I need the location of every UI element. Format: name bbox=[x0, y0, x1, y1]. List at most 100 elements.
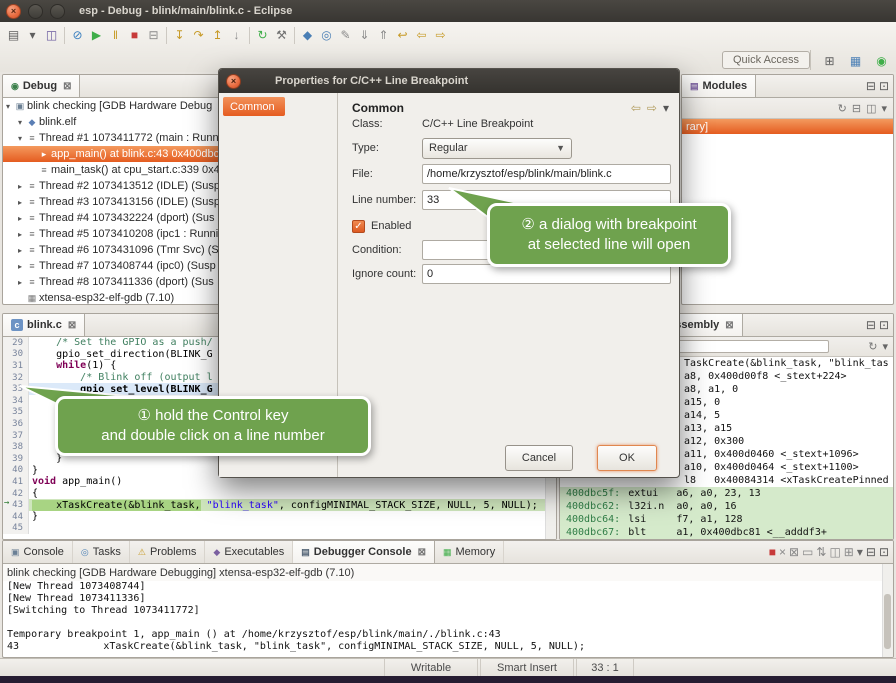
minimize-icon[interactable]: ⊟ bbox=[866, 79, 876, 93]
window-maximize-button[interactable] bbox=[50, 4, 65, 19]
save-icon[interactable]: ◫ bbox=[42, 26, 61, 45]
debug-tree-row[interactable]: ▸≡Thread #6 1073431096 (Tmr Svc) (S bbox=[3, 242, 228, 258]
debug-perspective-icon[interactable]: ◉ bbox=[872, 51, 891, 70]
line-number-37[interactable]: 37 bbox=[3, 430, 29, 442]
refresh-icon[interactable]: ↻ bbox=[868, 340, 877, 353]
debug-tree-row[interactable]: ▸≡Thread #3 1073413156 (IDLE) (Susp bbox=[3, 194, 228, 210]
resume-icon[interactable]: ▶ bbox=[87, 26, 106, 45]
minimize-icon[interactable]: ⊟ bbox=[866, 318, 876, 332]
restart-icon[interactable]: ↻ bbox=[253, 26, 272, 45]
line-number-39[interactable]: 39 bbox=[3, 453, 29, 465]
enabled-checkbox[interactable]: ✓ bbox=[352, 220, 365, 233]
window-titlebar[interactable]: × esp - Debug - blink/main/blink.c - Ecl… bbox=[0, 0, 896, 22]
close-icon[interactable]: ⊠ bbox=[63, 81, 71, 92]
step-over-icon[interactable]: ↷ bbox=[189, 26, 208, 45]
console-menu-caret-icon[interactable]: ▾ bbox=[857, 545, 863, 559]
tab-console[interactable]: ▣Console bbox=[3, 541, 73, 563]
debug-tree-row[interactable]: ▸≡Thread #2 1073413512 (IDLE) (Susp bbox=[3, 178, 228, 194]
tab-executables[interactable]: ◆Executables bbox=[205, 541, 293, 563]
line-number-30[interactable]: 30 bbox=[3, 349, 29, 361]
tab-modules[interactable]: ▤ Modules bbox=[682, 75, 756, 97]
debug-tree-row[interactable]: ▸≡Thread #7 1073408744 (ipc0) (Susp bbox=[3, 258, 228, 274]
line-number-29[interactable]: 29 bbox=[3, 337, 29, 349]
minimize-icon[interactable]: ⊟ bbox=[866, 545, 876, 559]
open-perspective-icon[interactable]: ⊞ bbox=[820, 51, 839, 70]
debug-tree-row[interactable]: ≡main_task() at cpu_start.c:339 0x4 bbox=[3, 162, 228, 178]
toggle-mark-occurrences-icon[interactable]: ✎ bbox=[336, 26, 355, 45]
quick-access-button[interactable]: Quick Access bbox=[722, 51, 810, 69]
close-icon[interactable]: ⊠ bbox=[68, 320, 76, 331]
window-close-button[interactable]: × bbox=[6, 4, 21, 19]
pin-view-icon[interactable]: ◫ bbox=[866, 102, 876, 115]
dialog-close-button[interactable]: × bbox=[226, 74, 241, 89]
modules-selected-row[interactable]: rary] bbox=[682, 119, 893, 134]
line-number-41[interactable]: 41 bbox=[3, 476, 29, 488]
ignore-count-field[interactable] bbox=[422, 264, 671, 284]
tree-expander-icon[interactable]: ▾ bbox=[15, 118, 25, 127]
console-output[interactable]: [New Thread 1073408744][New Thread 10734… bbox=[3, 581, 893, 653]
disconnect-icon[interactable]: ⊟ bbox=[144, 26, 163, 45]
tree-expander-icon[interactable]: ▸ bbox=[15, 246, 25, 255]
ok-button[interactable]: OK bbox=[597, 445, 657, 471]
line-number-38[interactable]: 38 bbox=[3, 441, 29, 453]
previous-annotation-icon[interactable]: ⇑ bbox=[374, 26, 393, 45]
tab-blink-c[interactable]: c blink.c ⊠ bbox=[3, 314, 85, 336]
tree-expander-icon[interactable]: ▸ bbox=[15, 262, 25, 271]
debug-tree-row[interactable]: ▾≡Thread #1 1073411772 (main : Runn bbox=[3, 130, 228, 146]
line-number-44[interactable]: 44 bbox=[3, 511, 29, 523]
remove-all-launches-icon[interactable]: ⊠ bbox=[789, 545, 799, 559]
clear-console-icon[interactable]: ▭ bbox=[802, 545, 813, 559]
close-icon[interactable]: ⊠ bbox=[418, 547, 426, 558]
cancel-button[interactable]: Cancel bbox=[505, 445, 573, 471]
build-icon[interactable]: ⚒ bbox=[272, 26, 291, 45]
collapse-all-icon[interactable]: ⊟ bbox=[852, 102, 861, 115]
tree-expander-icon[interactable]: ▾ bbox=[3, 102, 13, 111]
tree-expander-icon[interactable]: ▸ bbox=[15, 230, 25, 239]
console-scrollbar-thumb[interactable] bbox=[884, 594, 891, 649]
suspend-icon[interactable]: ‖ bbox=[106, 26, 125, 45]
new-wizard-caret-icon[interactable]: ▾ bbox=[23, 26, 42, 45]
dialog-titlebar[interactable]: × Properties for C/C++ Line Breakpoint bbox=[219, 69, 679, 93]
last-edit-location-icon[interactable]: ↩ bbox=[393, 26, 412, 45]
next-annotation-icon[interactable]: ⇓ bbox=[355, 26, 374, 45]
debug-tree-row[interactable]: ▸≡Thread #5 1073410208 (ipc1 : Runni bbox=[3, 226, 228, 242]
remove-launch-icon[interactable]: × bbox=[779, 545, 786, 559]
terminate-icon[interactable]: ■ bbox=[125, 26, 144, 45]
search-icon[interactable]: ◎ bbox=[317, 26, 336, 45]
file-field[interactable] bbox=[422, 164, 671, 184]
scroll-lock-icon[interactable]: ⇅ bbox=[816, 545, 826, 559]
new-wizard-icon[interactable]: ▤ bbox=[4, 26, 23, 45]
step-into-icon[interactable]: ↧ bbox=[170, 26, 189, 45]
debug-tree-row-selected[interactable]: ▸app_main() at blink.c:43 0x400dbc bbox=[3, 146, 228, 162]
instruction-stepping-icon[interactable]: ↓ bbox=[227, 26, 246, 45]
cpp-perspective-icon[interactable]: ▦ bbox=[846, 51, 865, 70]
tab-debugger-console[interactable]: ▤Debugger Console⊠ bbox=[293, 541, 435, 563]
debug-tree-row[interactable]: ▸≡Thread #4 1073432224 (dport) (Sus bbox=[3, 210, 228, 226]
tree-expander-icon[interactable]: ▸ bbox=[15, 278, 25, 287]
terminate-console-icon[interactable]: ■ bbox=[769, 545, 776, 559]
maximize-icon[interactable]: ⊡ bbox=[879, 545, 889, 559]
forward-icon[interactable]: ⇨ bbox=[431, 26, 450, 45]
console-scrollbar[interactable] bbox=[882, 564, 893, 657]
debug-tree-row[interactable]: ▾◆blink.elf bbox=[3, 114, 228, 130]
debug-tree-row[interactable]: ▦xtensa-esp32-elf-gdb (7.10) bbox=[3, 290, 228, 305]
tab-tasks[interactable]: ◎Tasks bbox=[73, 541, 130, 563]
view-menu-caret-icon[interactable]: ▾ bbox=[882, 340, 888, 353]
back-icon[interactable]: ⇦ bbox=[412, 26, 431, 45]
view-menu-caret-icon[interactable]: ▾ bbox=[881, 102, 887, 115]
tree-expander-icon[interactable]: ▸ bbox=[15, 198, 25, 207]
tree-expander-icon[interactable]: ▾ bbox=[15, 134, 25, 143]
skip-all-breakpoints-icon[interactable]: ⊘ bbox=[68, 26, 87, 45]
new-c-project-icon[interactable]: ◆ bbox=[298, 26, 317, 45]
type-dropdown[interactable]: Regular ▼ bbox=[422, 138, 572, 159]
line-number-31[interactable]: 31 bbox=[3, 360, 29, 372]
tab-memory[interactable]: ▦Memory bbox=[435, 541, 504, 563]
tree-expander-icon[interactable]: ▸ bbox=[15, 214, 25, 223]
sidebar-item-common[interactable]: Common bbox=[223, 97, 285, 116]
debug-tree-row[interactable]: ▸≡Thread #8 1073411336 (dport) (Sus bbox=[3, 274, 228, 290]
open-console-icon[interactable]: ⊞ bbox=[844, 545, 854, 559]
step-return-icon[interactable]: ↥ bbox=[208, 26, 227, 45]
pin-console-icon[interactable]: ◫ bbox=[829, 545, 840, 559]
maximize-icon[interactable]: ⊡ bbox=[879, 318, 889, 332]
tab-debug[interactable]: ◉ Debug ⊠ bbox=[3, 75, 80, 97]
